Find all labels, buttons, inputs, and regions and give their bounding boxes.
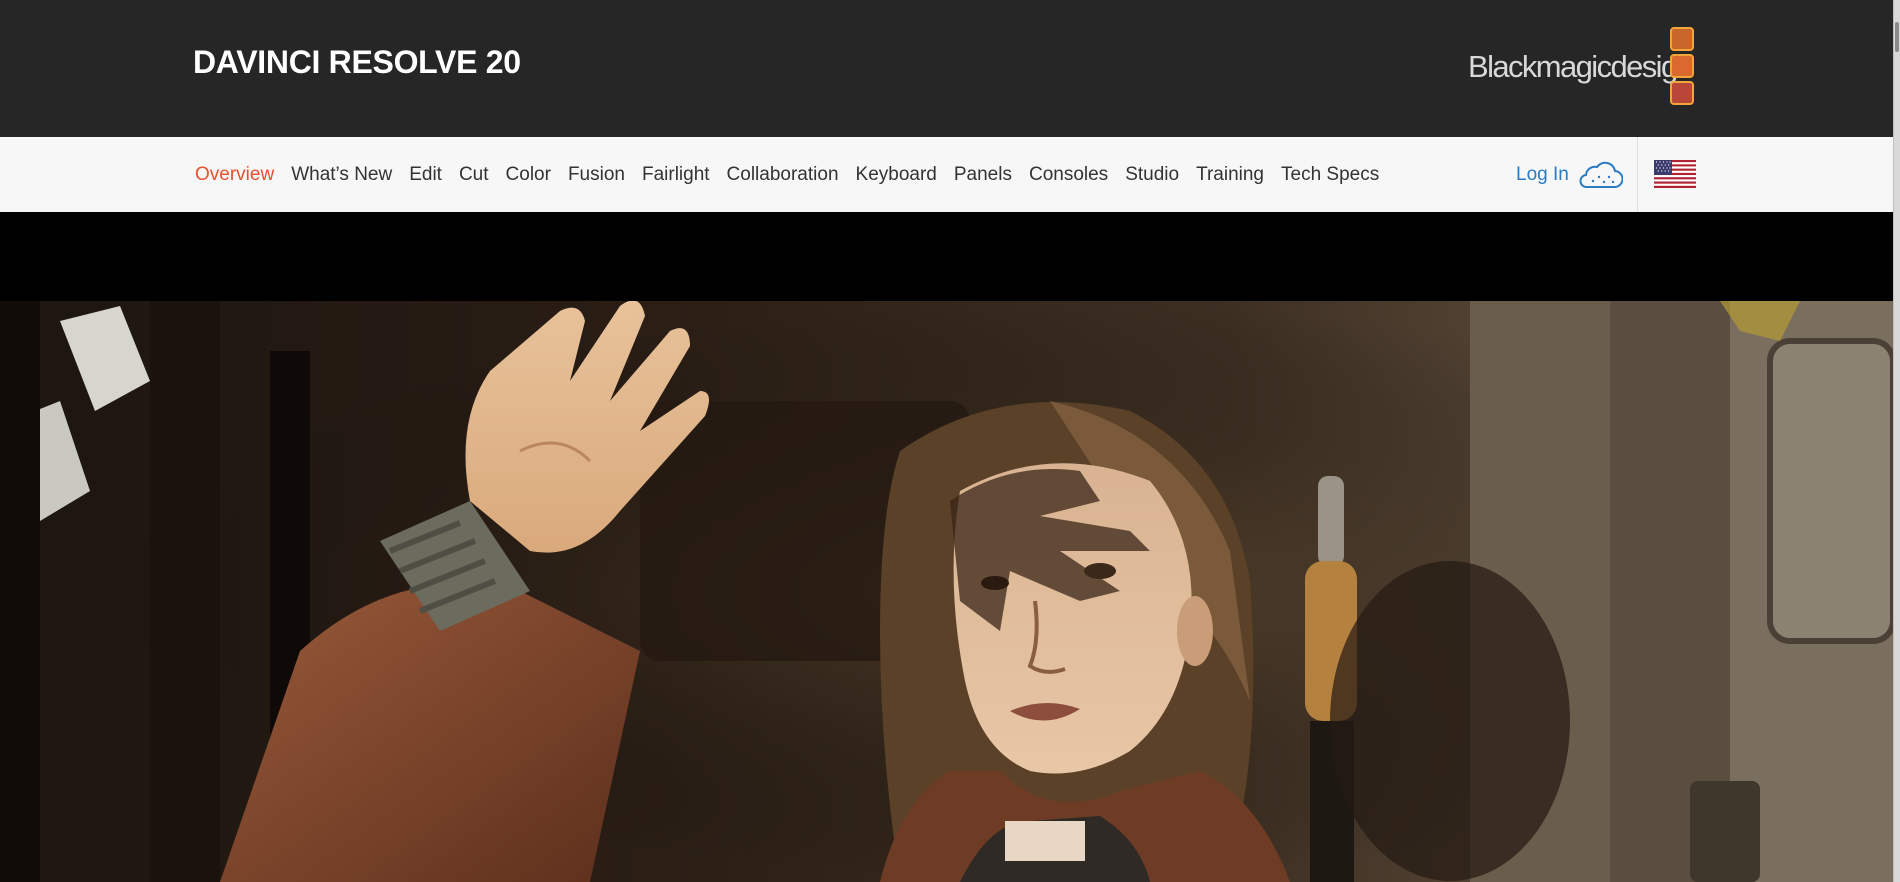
login-link[interactable]: Log In [1516, 137, 1623, 212]
product-title[interactable]: DAVINCI RESOLVE 20 [193, 44, 521, 81]
nav-studio[interactable]: Studio [1125, 164, 1179, 186]
nav-tech-specs[interactable]: Tech Specs [1281, 164, 1379, 186]
brand-logo-text: Blackmagicdesign [1468, 49, 1694, 84]
nav-fusion[interactable]: Fusion [568, 164, 625, 186]
nav-divider [1637, 137, 1638, 212]
nav-training[interactable]: Training [1196, 164, 1264, 186]
nav-color[interactable]: Color [506, 164, 551, 186]
top-header: DAVINCI RESOLVE 20 Blackmagicdesign [0, 0, 1893, 137]
brand-squares-icon [1670, 27, 1696, 107]
page: DAVINCI RESOLVE 20 Blackmagicdesign Over… [0, 0, 1893, 882]
nav-edit[interactable]: Edit [409, 164, 442, 186]
nav-collaboration[interactable]: Collaboration [727, 164, 839, 186]
hero-image [0, 301, 1893, 882]
nav-fairlight[interactable]: Fairlight [642, 164, 710, 186]
nav-overview[interactable]: Overview [195, 164, 274, 186]
login-label: Log In [1516, 163, 1569, 185]
cloud-icon [1579, 161, 1623, 188]
hero-film-still [0, 301, 1893, 882]
main-navigation: Overview What’s New Edit Cut Color Fusio… [0, 137, 1893, 213]
nav-panels[interactable]: Panels [954, 164, 1012, 186]
blackmagic-design-logo[interactable]: Blackmagicdesign [1468, 27, 1696, 107]
scrollbar-thumb[interactable] [1895, 22, 1899, 52]
video-letterbox-top [0, 212, 1893, 301]
us-flag-icon[interactable] [1654, 160, 1696, 188]
nav-whats-new[interactable]: What’s New [291, 164, 392, 186]
nav-consoles[interactable]: Consoles [1029, 164, 1108, 186]
scrollbar[interactable] [1893, 0, 1900, 882]
nav-cut[interactable]: Cut [459, 164, 489, 186]
nav-keyboard[interactable]: Keyboard [856, 164, 937, 186]
